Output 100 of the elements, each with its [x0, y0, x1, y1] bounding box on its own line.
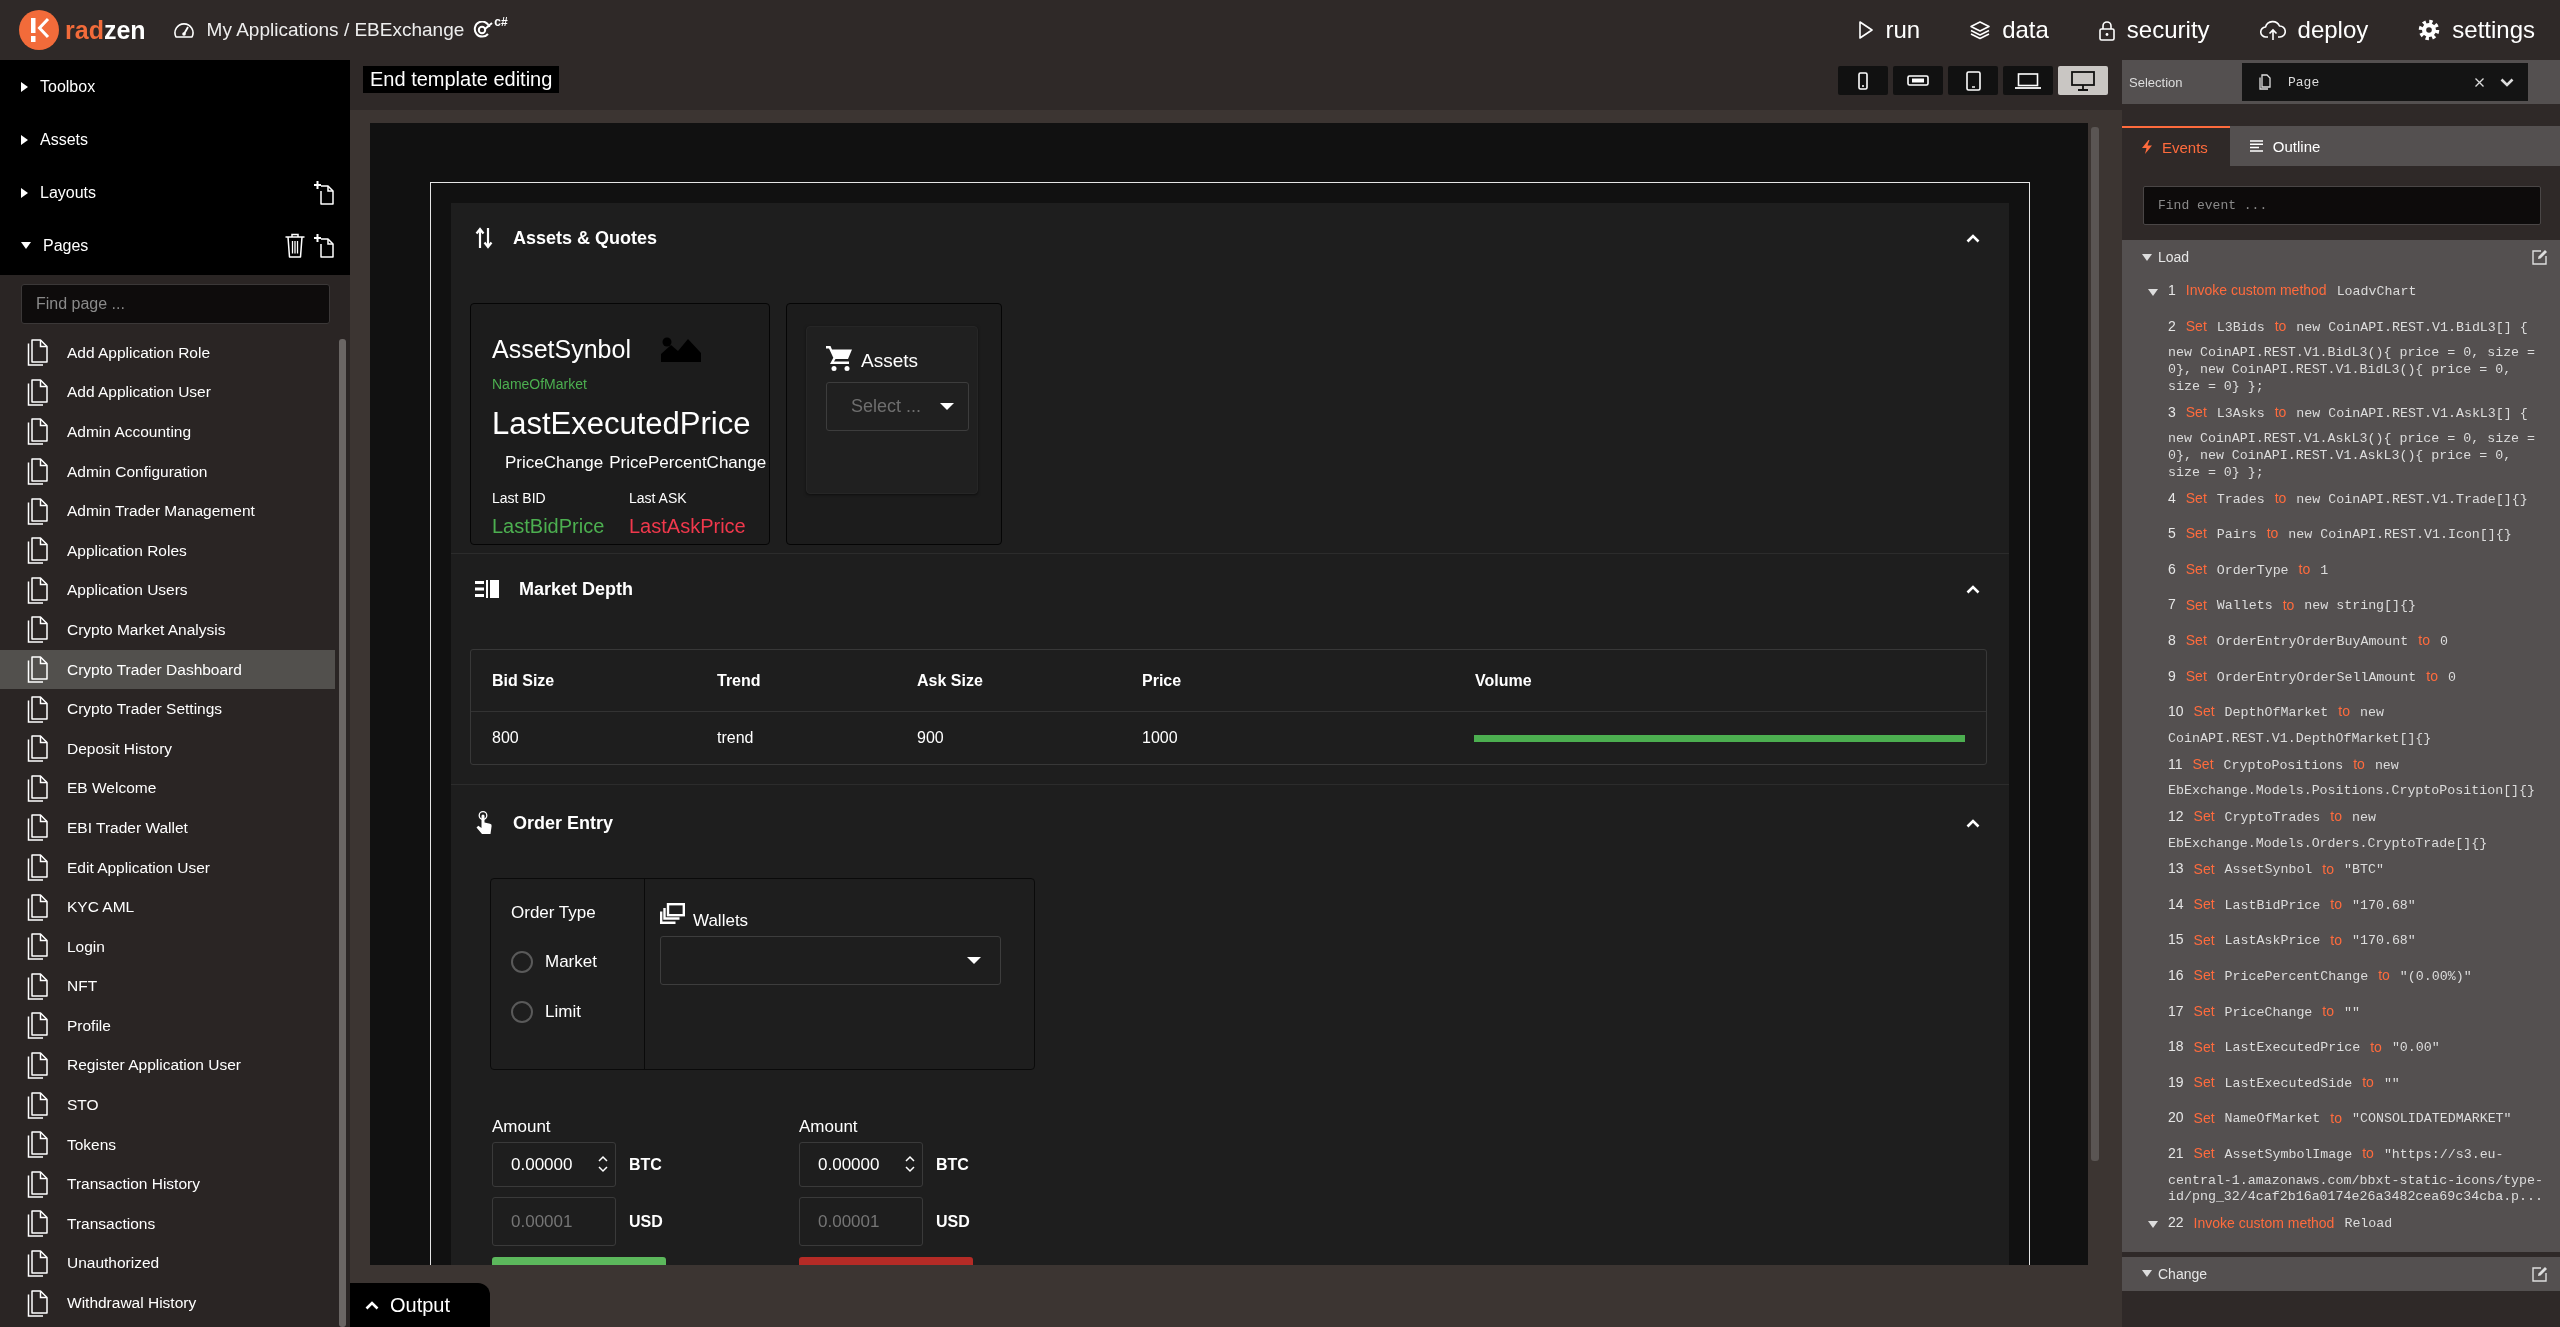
page-item[interactable]: EB Welcome	[0, 768, 335, 809]
column-header[interactable]: Volume	[1475, 671, 1532, 689]
event-action[interactable]: 6 Set OrderType to 1	[2168, 552, 2329, 589]
page-item[interactable]: STO	[0, 1085, 335, 1125]
column-header[interactable]: Price	[1142, 671, 1182, 689]
event-action[interactable]: 8 Set OrderEntryOrderBuyAmount to 0	[2168, 623, 2448, 660]
page-item[interactable]: NFT	[0, 966, 335, 1007]
page-item[interactable]: Admin Accounting	[0, 412, 335, 452]
device-button[interactable]	[1948, 66, 1998, 95]
chevron-up-icon[interactable]	[1966, 233, 1980, 243]
event-action[interactable]: 13 Set AssetSynbol to "BTC"	[2168, 852, 2384, 888]
scrollbar[interactable]	[339, 339, 346, 1327]
page-item[interactable]: Transaction History	[0, 1164, 335, 1205]
settings-button[interactable]: settings	[2418, 16, 2535, 44]
caret-icon[interactable]	[2148, 1221, 2158, 1229]
add-page-icon[interactable]	[314, 233, 334, 258]
radio-label[interactable]: Market	[545, 952, 597, 972]
page-item[interactable]: Admin Configuration	[0, 451, 335, 492]
page-item[interactable]: EBI Trader Wallet	[0, 808, 335, 848]
amount-field[interactable]: 0.00000	[492, 1142, 616, 1187]
logo-icon[interactable]	[19, 10, 59, 50]
event-search-field[interactable]: Find event ...	[2143, 186, 2541, 225]
chevron-down-icon[interactable]	[2500, 77, 2514, 87]
column-header[interactable]: Trend	[717, 671, 761, 689]
page-item[interactable]: Transactions	[0, 1204, 335, 1244]
column-header[interactable]: Ask Size	[917, 671, 983, 689]
event-action[interactable]: 21 Set AssetSymbolImage to "https://s3.eu-central-1.amazonaws.com/bbxt-static-icons/type-id/png_32/4caf2b16a0174e26a3482cea69c34cba.p...	[2168, 1137, 2547, 1207]
page-item[interactable]: Add Application User	[0, 372, 335, 413]
run-button[interactable]: run	[1859, 16, 1921, 44]
page-item[interactable]: Edit Application User	[0, 847, 335, 888]
page-item[interactable]: Admin Trader Management	[0, 491, 335, 531]
section-toggle[interactable]: Assets	[21, 130, 88, 149]
end-editing-button[interactable]: End template editing	[363, 66, 560, 93]
event-action[interactable]: 5 Set Pairs to new CoinAPI.REST.V1.Icon[]{}	[2168, 517, 2512, 553]
spinner-icon[interactable]	[598, 1155, 608, 1173]
section-toggle[interactable]: Layouts	[21, 183, 97, 202]
page-item[interactable]: Add Application Role	[0, 333, 335, 373]
spinner-icon[interactable]	[905, 1155, 915, 1173]
trash-icon[interactable]	[285, 233, 305, 258]
add-page-icon[interactable]	[314, 180, 334, 205]
event-action[interactable]: 9 Set OrderEntryOrderSellAmount to 0	[2168, 659, 2456, 696]
breadcrumb[interactable]: My Applications / EBExchange	[206, 19, 465, 41]
panel-tab[interactable]: Events	[2122, 126, 2230, 166]
scrollbar[interactable]	[2091, 127, 2099, 1161]
device-button[interactable]	[1838, 66, 1888, 95]
caret-icon[interactable]	[2142, 253, 2152, 261]
page-item[interactable]: Crypto Trader Dashboard	[0, 649, 335, 690]
chevron-up-icon[interactable]	[1966, 818, 1980, 828]
radio-button[interactable]	[511, 1001, 533, 1023]
usd-field[interactable]: 0.00001	[492, 1197, 616, 1246]
data-button[interactable]: data	[1970, 16, 2049, 44]
page-item[interactable]: KYC AML	[0, 887, 335, 927]
edit-icon[interactable]	[2532, 249, 2548, 265]
device-button[interactable]	[2058, 66, 2108, 95]
chevron-up-icon[interactable]	[1966, 584, 1980, 594]
page-item[interactable]: Tokens	[0, 1124, 335, 1165]
page-search-field[interactable]: Find page ...	[21, 284, 330, 324]
caret-icon[interactable]	[2142, 1270, 2152, 1278]
page-item[interactable]: Withdrawal History	[0, 1283, 335, 1323]
event-name[interactable]: Change	[2158, 1265, 2208, 1282]
page-item[interactable]: Application Roles	[0, 530, 335, 571]
radio-label[interactable]: Limit	[545, 1002, 581, 1022]
device-button[interactable]	[2003, 66, 2053, 95]
event-action[interactable]: 1 Invoke custom method LoadvChart	[2168, 274, 2417, 310]
event-action[interactable]: 12 Set CryptoTrades to new EbExchange.Models.Orders.CryptoTrade[]{}	[2168, 799, 2547, 853]
page-item[interactable]: Application Users	[0, 570, 335, 611]
clear-icon[interactable]	[2475, 77, 2484, 87]
edit-icon[interactable]	[2532, 1265, 2548, 1282]
section-toggle[interactable]: Toolbox	[21, 77, 96, 96]
deploy-button[interactable]: deploy	[2259, 16, 2369, 44]
event-action[interactable]: 7 Set Wallets to new string[]{}	[2168, 588, 2416, 624]
page-item[interactable]: Unauthorized	[0, 1243, 335, 1284]
page-item[interactable]: Profile	[0, 1006, 335, 1046]
section-toggle[interactable]: Pages	[21, 236, 89, 255]
event-action[interactable]: 3 Set L3Asks to new CoinAPI.REST.V1.AskL3[] { new CoinAPI.REST.V1.AskL3(){ price = 0, size = 0}, new CoinAPI.REST.V1.AskL3(){ price = 0, size = 0} };	[2168, 395, 2547, 482]
event-action[interactable]: 20 Set NameOfMarket to "CONSOLIDATEDMARKET"	[2168, 1101, 2512, 1138]
event-action[interactable]: 19 Set LastExecutedSide to ""	[2168, 1065, 2400, 1102]
event-action[interactable]: 22 Invoke custom method Reload	[2168, 1206, 2393, 1242]
event-action[interactable]: 2 Set L3Bids to new CoinAPI.REST.V1.BidL3[] { new CoinAPI.REST.V1.BidL3(){ price = 0, size = 0}, new CoinAPI.REST.V1.BidL3(){ price = 0, size = 0} };	[2168, 309, 2547, 396]
device-button[interactable]	[1893, 66, 1943, 95]
security-button[interactable]: security	[2098, 16, 2210, 44]
output-tab[interactable]: Output	[350, 1283, 490, 1327]
event-action[interactable]: 16 Set PricePercentChange to "(0.00%)"	[2168, 959, 2472, 995]
event-action[interactable]: 15 Set LastAskPrice to "170.68"	[2168, 923, 2416, 960]
page-item[interactable]: Register Application User	[0, 1045, 335, 1086]
caret-icon[interactable]	[2148, 289, 2158, 296]
page-item[interactable]: Crypto Trader Settings	[0, 689, 335, 729]
page-item[interactable]: Crypto Market Analysis	[0, 610, 335, 650]
radio-button[interactable]	[511, 951, 533, 973]
selection-dropdown[interactable]: Page	[2242, 63, 2528, 101]
event-name[interactable]: Load	[2158, 249, 2190, 265]
amount-field[interactable]: 0.00000	[799, 1142, 923, 1187]
page-item[interactable]: Login	[0, 926, 335, 967]
event-action[interactable]: 14 Set LastBidPrice to "170.68"	[2168, 887, 2416, 924]
usd-field[interactable]: 0.00001	[799, 1197, 923, 1246]
page-item[interactable]: Deposit History	[0, 728, 335, 769]
column-header[interactable]: Bid Size	[492, 671, 555, 689]
assets-select[interactable]: Select ...	[826, 382, 969, 431]
event-action[interactable]: 18 Set LastExecutedPrice to "0.00"	[2168, 1030, 2440, 1066]
event-action[interactable]: 17 Set PriceChange to ""	[2168, 994, 2360, 1031]
